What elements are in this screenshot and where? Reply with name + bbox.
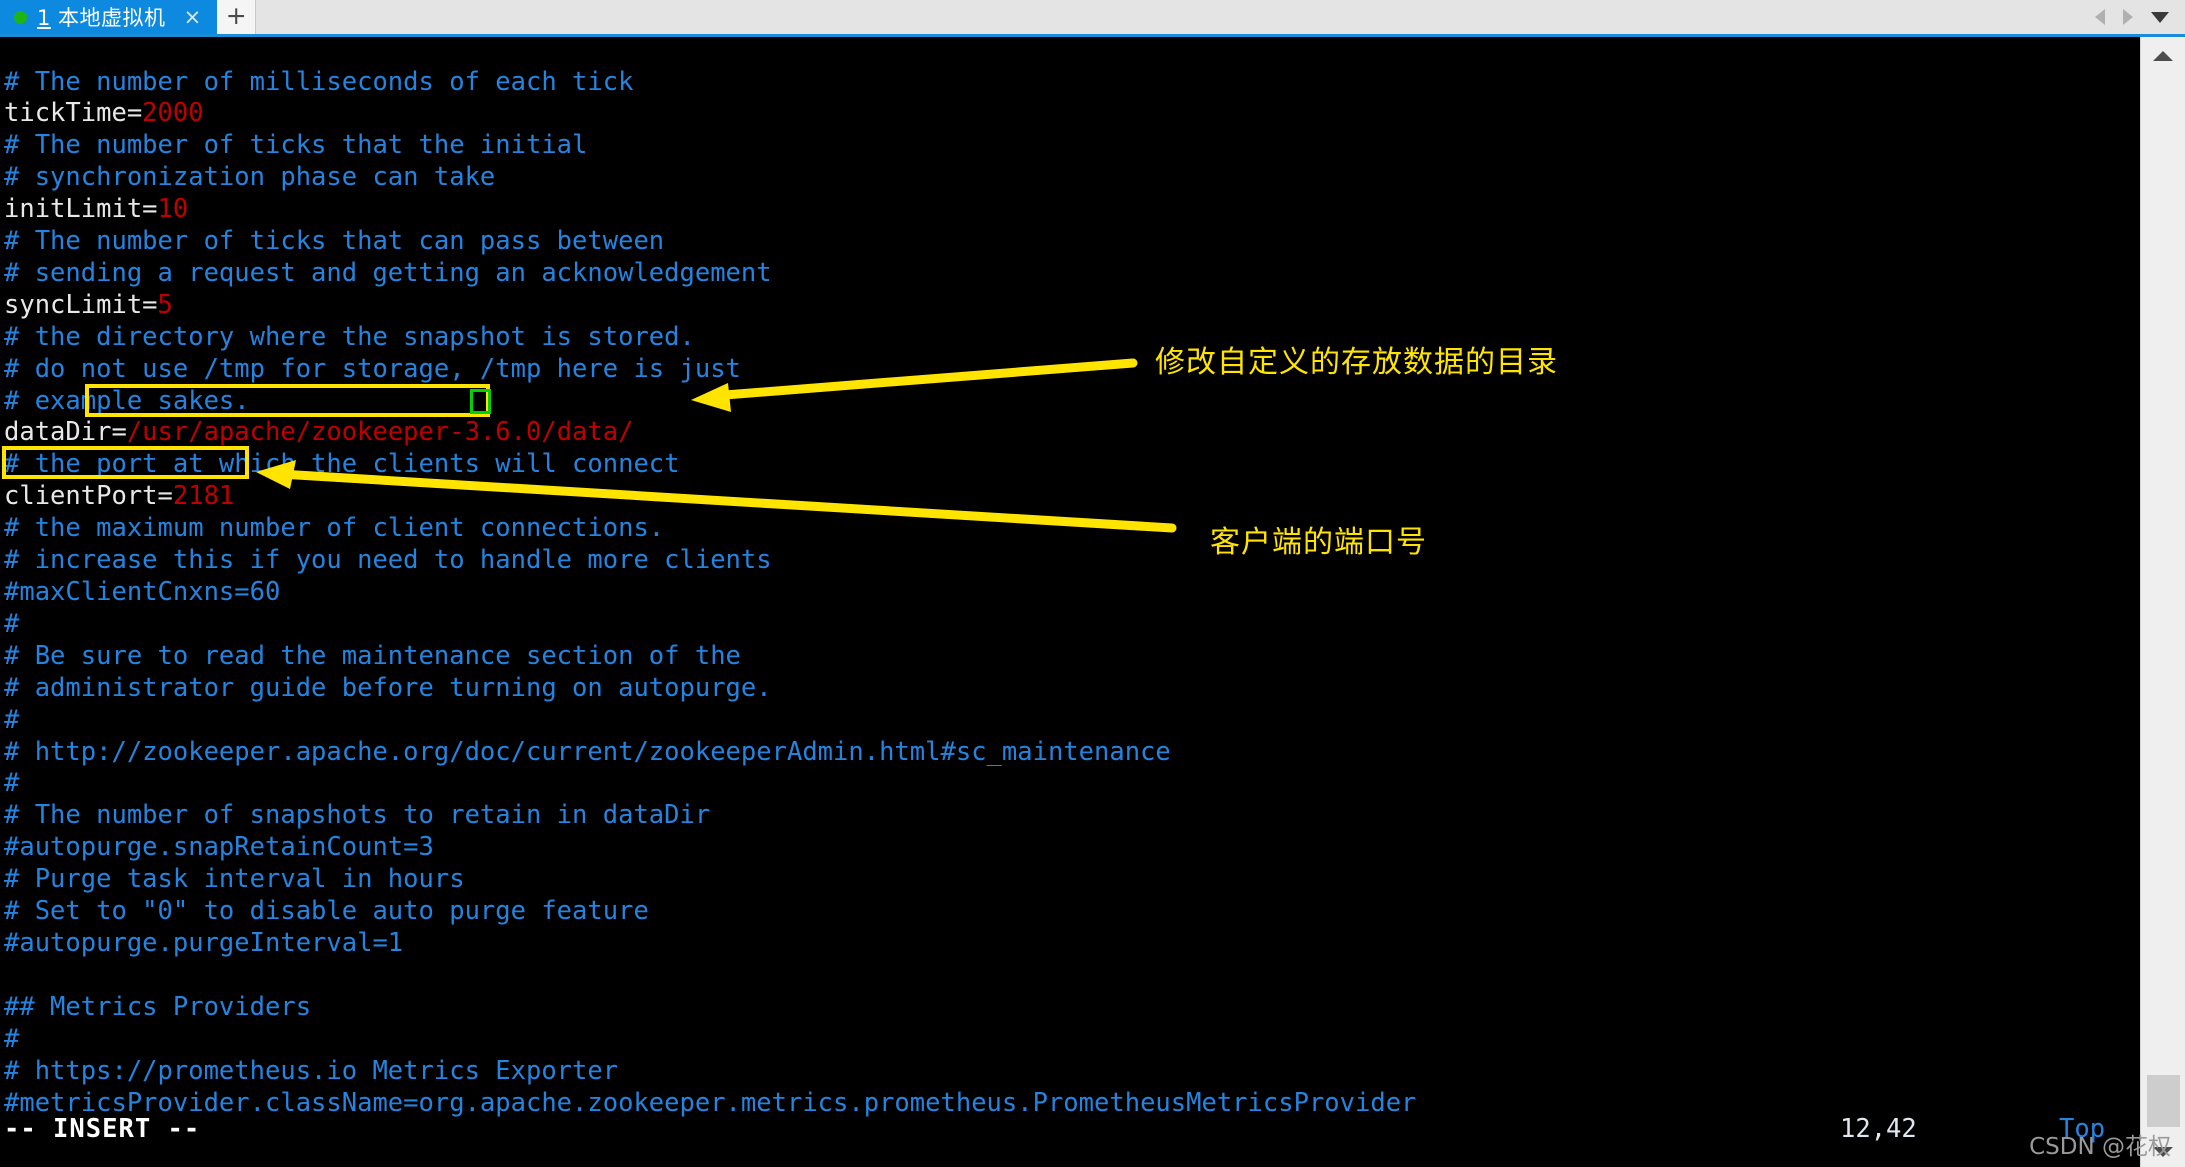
config-key: tickTime= [4,98,143,129]
comment-line: # do not use /tmp for storage, /tmp here… [4,353,741,384]
editor-line: # sending a request and getting an ackno… [4,258,772,288]
comment-line: # sending a request and getting an ackno… [4,257,772,288]
comment-line: # [4,1023,20,1054]
config-key: dataDir= [4,417,127,448]
editor-line: initLimit=10 [4,194,188,224]
editor-line: ## Metrics Providers [4,992,311,1022]
editor-line: # [4,705,19,735]
vim-status-line: -- INSERT -- 12,42 Top [4,1113,2134,1145]
tab-bar-spacer [256,0,2095,34]
csdn-watermark: CSDN @花权 [2029,1134,2171,1160]
tab-number: 1 [37,6,51,30]
editor-line: # the maximum number of client connectio… [4,513,664,543]
comment-line: #maxClientCnxns=60 [4,577,281,607]
comment-line: #autopurge.purgeInterval=1 [4,927,404,958]
comment-line: # Be sure to read the maintenance sectio… [4,640,741,671]
config-value: 5 [157,289,173,320]
comment-line: # The number of ticks that can pass betw… [4,226,665,257]
scroll-up-icon[interactable] [2153,51,2173,61]
editor-line: #autopurge.purgeInterval=1 [4,928,403,958]
editor-line: # the directory where the snapshot is st… [4,322,695,352]
comment-line: # The number of milliseconds of each tic… [4,66,634,97]
comment-line: # The number of snapshots to retain in d… [4,800,711,831]
comment-line: # Set to "0" to disable auto purge featu… [4,896,649,927]
comment-line: ## Metrics Providers [4,991,312,1022]
close-icon[interactable]: × [166,6,218,28]
next-tab-arrow-icon[interactable] [2123,9,2133,25]
comment-line: # http://zookeeper.apache.org/doc/curren… [4,736,1171,767]
comment-line: # Purge task interval in hours [4,864,465,895]
config-key: syncLimit= [4,289,158,320]
tab-local-vm[interactable]: 1 本地虚拟机 × [0,0,218,34]
config-value: 2181 [172,481,235,512]
tab-bar: 1 本地虚拟机 × + [0,0,2185,37]
cursor-position: 12,42 [1840,1114,1917,1144]
comment-line: # [4,768,20,799]
comment-line: # administrator guide before turning on … [4,672,772,703]
vim-mode-indicator: -- INSERT -- [4,1114,201,1144]
new-tab-button[interactable]: + [217,0,257,34]
editor-line: tickTime=2000 [4,98,204,128]
comment-line: # the maximum number of client connectio… [4,513,665,544]
tab-title: 本地虚拟机 [50,6,166,30]
comment-line: #autopurge.snapRetainCount=3 [4,832,434,863]
config-key: clientPort= [4,481,173,512]
comment-line: # The number of ticks that the initial [4,130,588,161]
editor-line: # [4,768,19,798]
comment-line: # increase this if you need to handle mo… [4,545,772,576]
editor-line: # do not use /tmp for storage, /tmp here… [4,354,741,384]
editor-line: dataDir=/usr/apache/zookeeper-3.6.0/data… [4,417,633,447]
editor-line: clientPort=2181 [4,481,234,511]
config-value: 2000 [142,98,204,129]
comment-line: # https://prometheus.io Metrics Exporter [4,1055,619,1086]
editor-line: # Set to "0" to disable auto purge featu… [4,896,649,926]
editor-line: # Purge task interval in hours [4,864,465,894]
vertical-scrollbar[interactable] [2140,37,2185,1167]
green-status-dot [14,10,27,24]
editor-line: # [4,1024,19,1054]
editor-line: # The number of ticks that can pass betw… [4,226,664,256]
editor-line: # synchronization phase can take [4,162,495,192]
tab-label: 1 本地虚拟机 [37,2,166,32]
editor-line: #autopurge.snapRetainCount=3 [4,832,434,862]
config-value: 10 [157,194,189,225]
editor-line: # example sakes. [4,386,250,416]
terminal-panel[interactable]: # The number of milliseconds of each tic… [0,37,2140,1167]
editor-line: # [4,609,19,639]
tab-bar-controls [2095,0,2185,34]
comment-line: # [4,608,20,639]
editor-line: # the port at which the clients will con… [4,449,680,479]
comment-line: # example sakes. [4,385,250,416]
editor-line: # increase this if you need to handle mo… [4,545,772,575]
vim-editor-text: # The number of milliseconds of each tic… [4,67,1416,1120]
editor-line: # https://prometheus.io Metrics Exporter [4,1056,618,1086]
editor-line: #maxClientCnxns=60 [4,577,280,607]
comment-line: # synchronization phase can take [4,162,496,193]
editor-line: syncLimit=5 [4,290,173,320]
config-key: initLimit= [4,194,158,225]
chevron-down-icon[interactable] [2151,11,2169,23]
comment-line: # [4,704,20,735]
editor-line: # http://zookeeper.apache.org/doc/curren… [4,737,1171,767]
scrollbar-thumb[interactable] [2147,1075,2180,1127]
prev-tab-arrow-icon[interactable] [2095,9,2105,25]
editor-line: # The number of ticks that the initial [4,130,587,160]
editor-line: # The number of snapshots to retain in d… [4,800,710,830]
config-value: /usr/apache/zookeeper-3.6.0/data/ [126,417,634,448]
editor-line: # Be sure to read the maintenance sectio… [4,641,741,671]
editor-line: # administrator guide before turning on … [4,673,772,703]
comment-line: # the directory where the snapshot is st… [4,321,695,352]
comment-line: # the port at which the clients will con… [4,449,680,480]
editor-line: # The number of milliseconds of each tic… [4,67,633,97]
